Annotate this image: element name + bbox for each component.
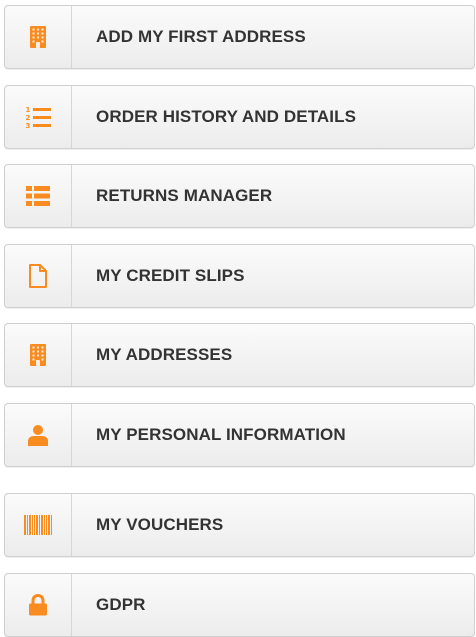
- personal-information-button[interactable]: MY PERSONAL INFORMATION: [4, 403, 475, 467]
- button-label: MY PERSONAL INFORMATION: [96, 425, 346, 444]
- building-icon: [30, 26, 46, 48]
- file-icon: [29, 264, 47, 288]
- list-icon: [26, 186, 50, 206]
- icon-cell: 1 2 3: [5, 86, 72, 148]
- icon-cell: [5, 165, 72, 227]
- icon-cell: [5, 574, 72, 636]
- button-label: MY CREDIT SLIPS: [96, 266, 245, 285]
- button-label: RETURNS MANAGER: [96, 186, 273, 205]
- vouchers-button[interactable]: MY VOUCHERS: [4, 493, 475, 557]
- gdpr-button[interactable]: GDPR: [4, 573, 475, 637]
- building-icon: [30, 344, 46, 366]
- icon-cell: [5, 494, 72, 556]
- svg-text:1: 1: [26, 106, 31, 114]
- barcode-icon: [24, 515, 52, 535]
- button-label: MY VOUCHERS: [96, 515, 224, 534]
- numbered-list-icon: 1 2 3: [26, 106, 51, 129]
- svg-text:2: 2: [26, 114, 31, 122]
- icon-cell: [5, 6, 72, 68]
- returns-manager-button[interactable]: RETURNS MANAGER: [4, 164, 475, 228]
- account-menu: ADD MY FIRST ADDRESS 1 2 3 ORDER HISTORY…: [0, 0, 476, 637]
- button-label: GDPR: [96, 595, 146, 614]
- icon-cell: [5, 245, 72, 307]
- svg-text:3: 3: [26, 122, 31, 129]
- icon-cell: [5, 324, 72, 386]
- my-addresses-button[interactable]: MY ADDRESSES: [4, 323, 475, 387]
- lock-icon: [29, 594, 47, 616]
- credit-slips-button[interactable]: MY CREDIT SLIPS: [4, 244, 475, 308]
- button-label: ADD MY FIRST ADDRESS: [96, 27, 306, 46]
- icon-cell: [5, 404, 72, 466]
- add-first-address-button[interactable]: ADD MY FIRST ADDRESS: [4, 5, 475, 69]
- button-label: ORDER HISTORY AND DETAILS: [96, 107, 357, 126]
- user-icon: [28, 425, 48, 446]
- order-history-button[interactable]: 1 2 3 ORDER HISTORY AND DETAILS: [4, 85, 475, 149]
- button-label: MY ADDRESSES: [96, 345, 233, 364]
